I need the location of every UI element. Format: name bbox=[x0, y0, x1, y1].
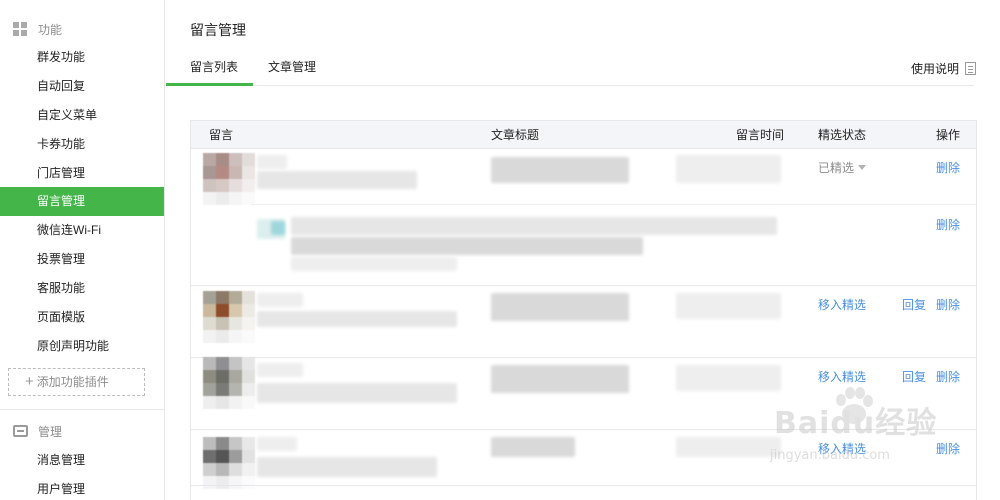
blurred-comment-text bbox=[257, 171, 417, 189]
avatar bbox=[203, 291, 255, 343]
blurred-article-title bbox=[491, 293, 629, 321]
header-status: 精选状态 bbox=[818, 128, 867, 142]
sidebar-item-stores[interactable]: 门店管理 bbox=[0, 159, 164, 188]
row-divider bbox=[191, 357, 976, 358]
avatar bbox=[203, 437, 255, 489]
add-plugin-label: 添加功能插件 bbox=[36, 375, 109, 389]
header-time: 留言时间 bbox=[736, 128, 785, 142]
blurred-time bbox=[676, 365, 781, 391]
add-plugin-button[interactable]: + 添加功能插件 bbox=[8, 368, 145, 396]
tab-comment-list[interactable]: 留言列表 bbox=[166, 52, 253, 86]
blurred-username bbox=[257, 437, 297, 451]
blurred-time bbox=[676, 437, 781, 457]
main-content: 留言管理 留言列表 文章管理 使用说明 留言 文章标题 留言时间 精选状态 操作 bbox=[166, 0, 1000, 500]
blurred-comment-text bbox=[257, 383, 457, 403]
sidebar-item-coupons[interactable]: 卡券功能 bbox=[0, 130, 164, 159]
sidebar-item-users[interactable]: 用户管理 bbox=[0, 475, 164, 500]
blurred-username bbox=[257, 293, 303, 307]
blurred-reply-text bbox=[291, 237, 643, 255]
plus-icon: + bbox=[25, 373, 34, 390]
help-link[interactable]: 使用说明 bbox=[911, 60, 976, 77]
tab-article-management[interactable]: 文章管理 bbox=[268, 52, 316, 86]
section-label: 功能 bbox=[38, 22, 63, 37]
blurred-time bbox=[676, 293, 781, 319]
sidebar-section-manage: 管理 bbox=[0, 417, 165, 445]
blurred-comment-text bbox=[257, 311, 457, 327]
feature-button[interactable]: 移入精选 bbox=[818, 296, 866, 313]
row-divider bbox=[191, 285, 976, 286]
sidebar-item-wifi[interactable]: 微信连Wi-Fi bbox=[0, 216, 164, 245]
feature-button[interactable]: 移入精选 bbox=[818, 440, 866, 457]
blurred-comment-text bbox=[257, 457, 437, 477]
header-comment: 留言 bbox=[209, 128, 234, 142]
sidebar-item-mass-send[interactable]: 群发功能 bbox=[0, 43, 164, 72]
document-icon bbox=[965, 62, 976, 75]
delete-button[interactable]: 删除 bbox=[936, 159, 960, 176]
sidebar-item-messages[interactable]: 消息管理 bbox=[0, 446, 164, 475]
reply-avatar-accent bbox=[271, 221, 285, 235]
blurred-reply-text bbox=[291, 257, 457, 271]
reply-divider bbox=[251, 204, 976, 205]
sidebar-item-original-declaration[interactable]: 原创声明功能 bbox=[0, 332, 164, 361]
comments-table: 留言 文章标题 留言时间 精选状态 操作 已精选 删除 删除 移入精选 回复 删… bbox=[190, 120, 977, 500]
tab-bar: 留言列表 文章管理 bbox=[166, 52, 974, 86]
blurred-article-title bbox=[491, 157, 629, 183]
reply-button[interactable]: 回复 bbox=[902, 368, 926, 385]
table-header: 留言 文章标题 留言时间 精选状态 操作 bbox=[191, 121, 976, 149]
delete-reply-button[interactable]: 删除 bbox=[936, 216, 960, 233]
feature-button[interactable]: 移入精选 bbox=[818, 368, 866, 385]
row-divider bbox=[191, 485, 976, 486]
blurred-reply-text bbox=[291, 217, 777, 235]
blurred-article-title bbox=[491, 437, 575, 457]
delete-button[interactable]: 删除 bbox=[936, 440, 960, 457]
status-dropdown[interactable]: 已精选 bbox=[818, 159, 867, 176]
status-label: 已精选 bbox=[818, 161, 855, 175]
blurred-time bbox=[676, 155, 781, 183]
chevron-down-icon bbox=[858, 165, 867, 170]
blurred-username bbox=[257, 363, 303, 377]
avatar bbox=[203, 357, 255, 409]
sidebar-item-comments[interactable]: 留言管理 bbox=[0, 187, 164, 216]
sidebar-item-customer-service[interactable]: 客服功能 bbox=[0, 274, 164, 303]
sidebar-divider bbox=[0, 409, 164, 410]
avatar bbox=[203, 153, 255, 205]
sidebar-section-features: 功能 bbox=[0, 15, 165, 43]
blurred-article-title bbox=[491, 365, 629, 393]
section-label: 管理 bbox=[38, 424, 63, 439]
help-label: 使用说明 bbox=[910, 62, 959, 76]
reply-button[interactable]: 回复 bbox=[902, 296, 926, 313]
grid-icon bbox=[13, 22, 27, 36]
inbox-icon bbox=[13, 425, 28, 437]
row-divider bbox=[191, 429, 976, 430]
blurred-username bbox=[257, 155, 287, 169]
delete-button[interactable]: 删除 bbox=[936, 296, 960, 313]
sidebar-item-custom-menu[interactable]: 自定义菜单 bbox=[0, 101, 164, 130]
header-actions: 操作 bbox=[936, 128, 961, 142]
delete-button[interactable]: 删除 bbox=[936, 368, 960, 385]
sidebar: 功能 群发功能 自动回复 自定义菜单 卡券功能 门店管理 留言管理 微信连Wi-… bbox=[0, 0, 165, 500]
header-article-title: 文章标题 bbox=[491, 128, 540, 142]
sidebar-item-auto-reply[interactable]: 自动回复 bbox=[0, 72, 164, 101]
page-title: 留言管理 bbox=[190, 22, 246, 38]
sidebar-item-votes[interactable]: 投票管理 bbox=[0, 245, 164, 274]
sidebar-item-page-templates[interactable]: 页面模版 bbox=[0, 303, 164, 332]
